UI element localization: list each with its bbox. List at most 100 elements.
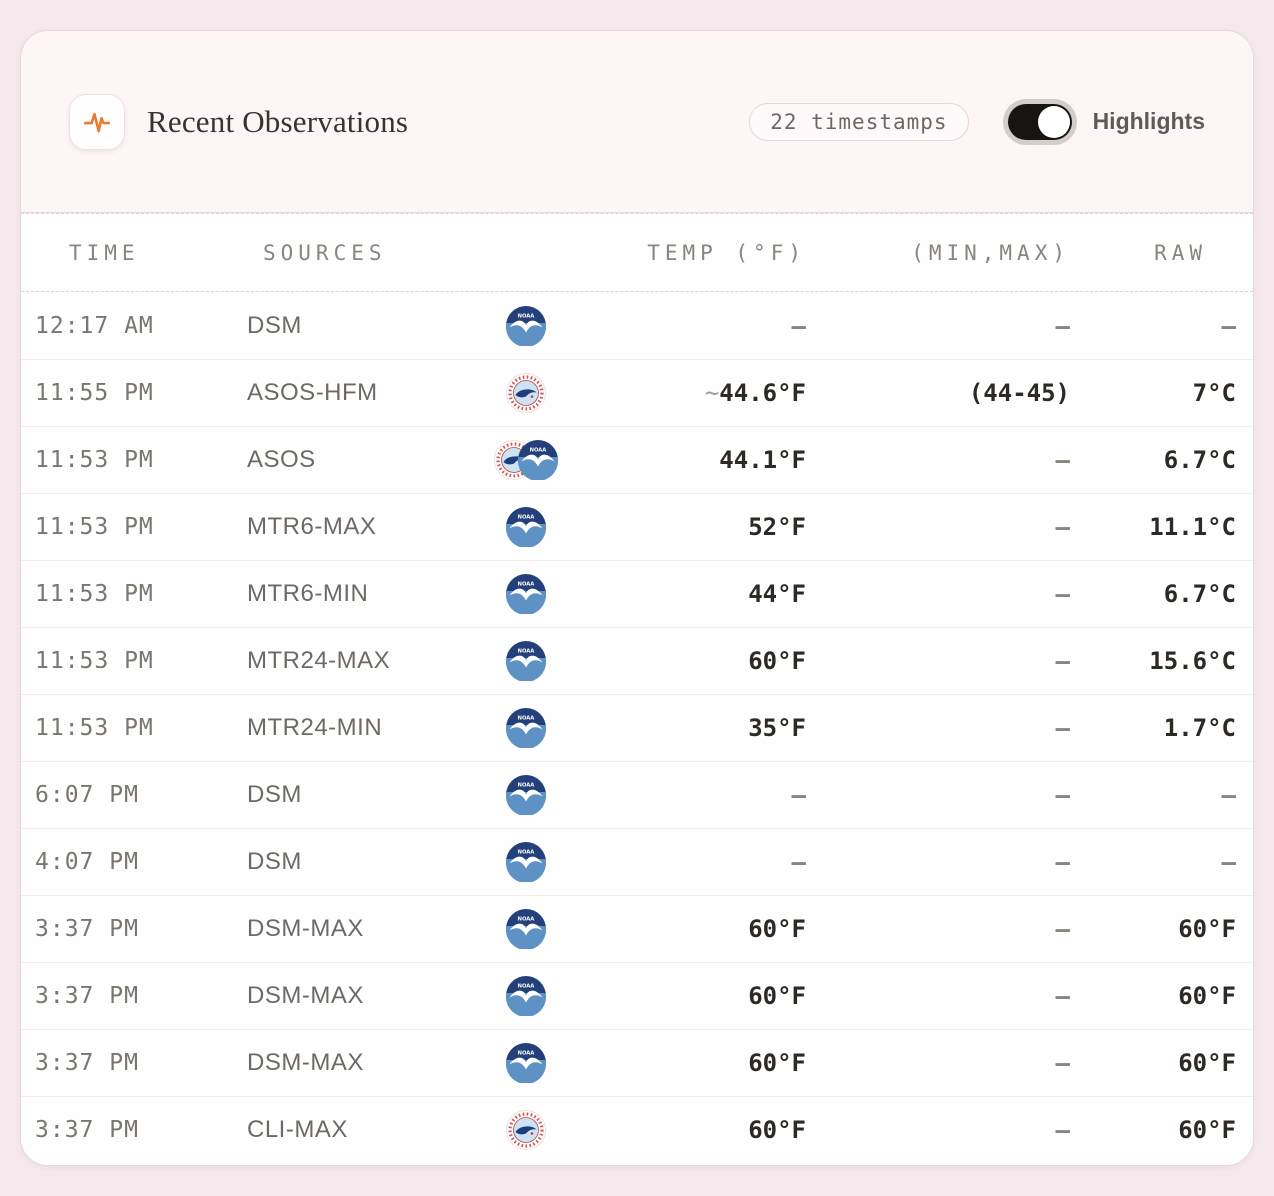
cell-source: MTR24-MIN	[236, 714, 486, 742]
cell-time: 4:07 PM	[21, 849, 236, 875]
svg-text:NOAA: NOAA	[518, 515, 535, 521]
cell-temp: 60°F	[566, 647, 836, 675]
highlights-toggle-label: Highlights	[1093, 108, 1205, 135]
cell-temp: 60°F	[566, 982, 836, 1010]
noaa-icon: NOAA	[506, 641, 546, 681]
cell-temp: 60°F	[566, 915, 836, 943]
noaa-icon: NOAA	[506, 775, 546, 815]
table-row: 11:53 PM MTR24-MIN NOAA 35°F – 1.7°C	[21, 694, 1253, 761]
cell-time: 11:53 PM	[21, 715, 236, 741]
pulse-icon-tile	[69, 94, 125, 150]
cell-source: DSM-MAX	[236, 982, 486, 1010]
noaa-icon: NOAA	[506, 909, 546, 949]
toggle-track	[1008, 104, 1072, 140]
table-row: 11:55 PM ASOS-HFM ~44.6°F (44-45) 7°C	[21, 359, 1253, 426]
svg-text:NOAA: NOAA	[518, 783, 535, 789]
table-row: 11:53 PM ASOS NOAA 44.1°F – 6.7°C	[21, 426, 1253, 493]
cell-source: ASOS	[236, 446, 486, 474]
cell-temp: 35°F	[566, 714, 836, 742]
cell-time: 12:17 AM	[21, 313, 236, 339]
nws-seal-icon	[506, 373, 546, 413]
cell-temp: 44°F	[566, 580, 836, 608]
cell-raw: 6.7°C	[1096, 446, 1253, 474]
cell-temp: 44.1°F	[566, 446, 836, 474]
column-header-minmax: (MIN,MAX)	[836, 241, 1096, 265]
table-body: 12:17 AM DSM NOAA – – – 11:55 PM ASOS-HF…	[21, 292, 1253, 1163]
noaa-icon: NOAA	[506, 708, 546, 748]
cell-minmax: –	[836, 312, 1096, 340]
cell-source: DSM	[236, 848, 486, 876]
cell-raw: 7°C	[1096, 379, 1253, 407]
cell-temp: 60°F	[566, 1049, 836, 1077]
cell-source-icons: NOAA	[486, 641, 566, 681]
cell-source-icons: NOAA	[486, 574, 566, 614]
svg-text:NOAA: NOAA	[518, 1051, 535, 1057]
page-title: Recent Observations	[147, 104, 408, 140]
svg-text:NOAA: NOAA	[518, 850, 535, 856]
cell-source-icons: NOAA	[486, 909, 566, 949]
cell-time: 6:07 PM	[21, 782, 236, 808]
toggle-knob	[1038, 106, 1070, 138]
cell-source: ASOS-HFM	[236, 379, 486, 407]
table-header-row: TIME SOURCES TEMP (°F) (MIN,MAX) RAW	[21, 213, 1253, 292]
svg-text:NOAA: NOAA	[518, 582, 535, 588]
cell-time: 3:37 PM	[21, 1117, 236, 1143]
cell-minmax: –	[836, 915, 1096, 943]
cell-temp: –	[566, 848, 836, 876]
noaa-icon: NOAA	[506, 976, 546, 1016]
column-header-temp: TEMP (°F)	[566, 241, 836, 265]
pulse-icon	[81, 106, 113, 138]
cell-source-icons: NOAA	[486, 507, 566, 547]
cell-source-icons: NOAA	[486, 976, 566, 1016]
table-row: 11:53 PM MTR24-MAX NOAA 60°F – 15.6°C	[21, 627, 1253, 694]
highlights-toggle[interactable]	[1003, 99, 1077, 145]
cell-minmax: –	[836, 1049, 1096, 1077]
cell-source-icons: NOAA	[486, 708, 566, 748]
cell-temp: 60°F	[566, 1116, 836, 1144]
cell-source: MTR6-MAX	[236, 513, 486, 541]
svg-text:NOAA: NOAA	[518, 313, 535, 319]
cell-source: DSM-MAX	[236, 1049, 486, 1077]
table-row: 12:17 AM DSM NOAA – – –	[21, 292, 1253, 359]
observations-table: TIME SOURCES TEMP (°F) (MIN,MAX) RAW 12:…	[21, 212, 1253, 1165]
cell-time: 11:53 PM	[21, 581, 236, 607]
cell-minmax: –	[836, 848, 1096, 876]
cell-minmax: –	[836, 647, 1096, 675]
column-header-time: TIME	[21, 241, 236, 265]
cell-source: DSM-MAX	[236, 915, 486, 943]
cell-temp: –	[566, 312, 836, 340]
cell-source-icons	[486, 373, 566, 413]
cell-temp: ~44.6°F	[566, 379, 836, 407]
timestamps-count-badge: 22 timestamps	[749, 103, 968, 141]
cell-source-icons: NOAA	[486, 775, 566, 815]
cell-source: CLI-MAX	[236, 1116, 486, 1144]
noaa-icon: NOAA	[506, 1043, 546, 1083]
svg-text:NOAA: NOAA	[518, 984, 535, 990]
cell-time: 11:53 PM	[21, 447, 236, 473]
nws-seal-icon	[506, 1110, 546, 1150]
cell-time: 3:37 PM	[21, 1050, 236, 1076]
column-header-raw: RAW	[1096, 241, 1253, 265]
cell-raw: 6.7°C	[1096, 580, 1253, 608]
svg-text:NOAA: NOAA	[518, 649, 535, 655]
cell-raw: –	[1096, 312, 1253, 340]
noaa-icon: NOAA	[506, 842, 546, 882]
table-row: 3:37 PM CLI-MAX 60°F – 60°F	[21, 1096, 1253, 1163]
cell-temp: –	[566, 781, 836, 809]
column-header-sources: SOURCES	[236, 241, 486, 265]
cell-raw: –	[1096, 781, 1253, 809]
table-row: 6:07 PM DSM NOAA – – –	[21, 761, 1253, 828]
cell-time: 3:37 PM	[21, 916, 236, 942]
cell-minmax: –	[836, 513, 1096, 541]
recent-observations-page: Recent Observations 22 timestamps Highli…	[0, 0, 1274, 1196]
cell-raw: 15.6°C	[1096, 647, 1253, 675]
cell-source: DSM	[236, 312, 486, 340]
cell-raw: 60°F	[1096, 1049, 1253, 1077]
cell-minmax: –	[836, 446, 1096, 474]
cell-source-icons: NOAA	[486, 306, 566, 346]
cell-raw: 1.7°C	[1096, 714, 1253, 742]
table-row: 3:37 PM DSM-MAX NOAA 60°F – 60°F	[21, 1029, 1253, 1096]
cell-temp: 52°F	[566, 513, 836, 541]
table-row: 11:53 PM MTR6-MAX NOAA 52°F – 11.1°C	[21, 493, 1253, 560]
table-row: 3:37 PM DSM-MAX NOAA 60°F – 60°F	[21, 895, 1253, 962]
